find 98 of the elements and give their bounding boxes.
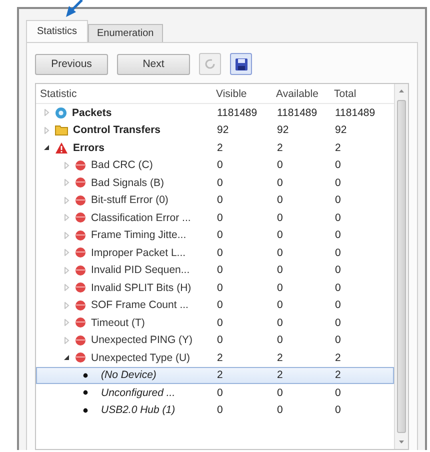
- table-cell-text: 0: [217, 316, 224, 329]
- table-cell-text: 0: [335, 212, 342, 224]
- table-cell-text: 2: [335, 352, 342, 364]
- tab[interactable]: Enumeration: [88, 24, 163, 42]
- table-cell-text: 0: [217, 282, 224, 294]
- statistic-label: Control Transfers: [73, 124, 161, 136]
- table-cell-text: 0: [335, 299, 342, 312]
- table-cell-text: 0: [277, 316, 284, 329]
- table-cell-text: 0: [335, 404, 342, 416]
- statistic-label: Unexpected PING (Y): [91, 334, 193, 346]
- column-header[interactable]: Total: [334, 88, 384, 100]
- tree-row[interactable]: Frame Timing Jitte... 0 0 0: [36, 226, 394, 244]
- table-cell-text: 0: [277, 386, 284, 399]
- table-cell-text: 0: [335, 316, 342, 329]
- table-cell-text: 1181489: [335, 106, 376, 119]
- tab[interactable]: Statistics: [26, 20, 88, 42]
- table-cell-text: 0: [217, 299, 224, 312]
- table-cell-text: 0: [277, 246, 284, 259]
- statistic-label: Classification Error ...: [91, 212, 191, 224]
- table-cell-text: 2: [277, 352, 284, 364]
- statistic-label: Bad Signals (B): [91, 176, 164, 189]
- statistic-label: Errors: [73, 142, 105, 154]
- tree-row[interactable]: Bit-stuff Error (0) 0 0 0: [36, 192, 394, 209]
- table-cell-text: 2: [277, 142, 284, 154]
- table-cell-text: 2: [277, 369, 284, 382]
- table-cell-text: 1181489: [277, 106, 318, 119]
- tree-row[interactable]: Control Transfers 92 92 92: [36, 122, 394, 139]
- tree-row[interactable]: Classification Error ... 0 0 0: [36, 209, 394, 226]
- statistic-label: USB2.0 Hub (1): [101, 404, 176, 416]
- table-cell-text: 0: [277, 282, 284, 294]
- table-cell-text: 92: [217, 124, 230, 136]
- table-cell-text: 0: [217, 264, 224, 276]
- table-cell-text: 2: [335, 142, 342, 154]
- table-cell-text: 2: [217, 352, 224, 364]
- table-cell-text: 0: [217, 159, 224, 172]
- tree-row[interactable]: USB2.0 Hub (1) 0 0 0: [36, 402, 394, 419]
- tree-row[interactable]: SOF Frame Count ... 0 0 0: [36, 296, 394, 314]
- table-cell-text: 0: [335, 264, 342, 276]
- statistic-label: Bit-stuff Error (0): [91, 194, 168, 206]
- statistic-label: Timeout (T): [91, 316, 145, 329]
- table-cell-text: 92: [335, 124, 348, 136]
- statistic-label: Frame Timing Jitte...: [91, 229, 186, 242]
- tree-row[interactable]: Unexpected PING (Y) 0 0 0: [36, 332, 394, 349]
- table-cell-text: 0: [335, 176, 342, 189]
- table-cell-text: 2: [335, 369, 342, 382]
- table-cell-text: 0: [277, 194, 284, 206]
- statistic-label: SOF Frame Count ...: [91, 299, 188, 312]
- table-cell-text: 0: [277, 212, 284, 224]
- column-header[interactable]: Visible: [216, 88, 276, 100]
- table-cell-text: 0: [217, 176, 224, 189]
- table-cell-text: 0: [217, 404, 224, 416]
- tree-row[interactable]: Errors 2 2 2: [36, 139, 394, 156]
- selected-row[interactable]: (No Device) 2 2 2: [36, 366, 394, 384]
- table-cell-text: 0: [217, 212, 224, 224]
- statistic-label: Invalid PID Sequen...: [91, 264, 190, 276]
- statistic-label: (No Device): [101, 369, 156, 382]
- table-cell-text: 0: [335, 194, 342, 206]
- table-cell-text: 92: [277, 124, 290, 136]
- table-cell-text: 2: [217, 369, 224, 382]
- table-cell-text: 0: [277, 176, 284, 189]
- table-cell-text: 0: [217, 194, 224, 206]
- tree-row[interactable]: Invalid PID Sequen... 0 0 0: [36, 262, 394, 279]
- table-cell-text: 0: [277, 264, 284, 276]
- statistic-label: Bad CRC (C): [91, 159, 153, 172]
- tree-row[interactable]: Improper Packet L... 0 0 0: [36, 244, 394, 262]
- table-cell-text: 0: [335, 386, 342, 399]
- table-cell-text: 0: [217, 229, 224, 242]
- tree-row[interactable]: Timeout (T) 0 0 0: [36, 314, 394, 332]
- table-cell-text: 0: [335, 334, 342, 346]
- table-cell-text: 0: [335, 246, 342, 259]
- tree-row[interactable]: Invalid SPLIT Bits (H) 0 0 0: [36, 279, 394, 296]
- table-cell-text: 0: [335, 159, 342, 172]
- table-cell-text: 0: [217, 246, 224, 259]
- statistic-label: Unconfigured ...: [101, 386, 176, 399]
- table-cell-text: 0: [335, 229, 342, 242]
- table-cell-text: 1181489: [217, 106, 258, 119]
- table-cell-text: 0: [277, 229, 284, 242]
- column-header[interactable]: Statistic: [36, 88, 216, 100]
- table-cell-text: 0: [277, 299, 284, 312]
- table-cell-text: 0: [277, 334, 284, 346]
- column-header[interactable]: Available: [276, 88, 334, 100]
- table-cell-text: 0: [217, 386, 224, 399]
- tree-row[interactable]: Unconfigured ... 0 0 0: [36, 384, 394, 402]
- statistic-label: Invalid SPLIT Bits (H): [91, 282, 192, 294]
- statistic-label: Improper Packet L...: [91, 246, 186, 259]
- statistic-label: Unexpected Type (U): [91, 352, 190, 364]
- tree-row[interactable]: Unexpected Type (U) 2 2 2: [36, 349, 394, 366]
- table-cell-text: 0: [277, 404, 284, 416]
- toolbar-button[interactable]: Previous: [35, 54, 108, 74]
- statistic-label: Packets: [72, 106, 112, 119]
- toolbar-button[interactable]: Next: [117, 54, 190, 74]
- table-cell-text: 0: [277, 159, 284, 172]
- tree-row[interactable]: Bad Signals (B) 0 0 0: [36, 174, 394, 192]
- tree-row[interactable]: Packets 1181489 1181489 1181489: [36, 104, 394, 122]
- table-cell-text: 2: [217, 142, 224, 154]
- table-cell-text: 0: [335, 282, 342, 294]
- tree-row[interactable]: Bad CRC (C) 0 0 0: [36, 156, 394, 174]
- table-cell-text: 0: [217, 334, 224, 346]
